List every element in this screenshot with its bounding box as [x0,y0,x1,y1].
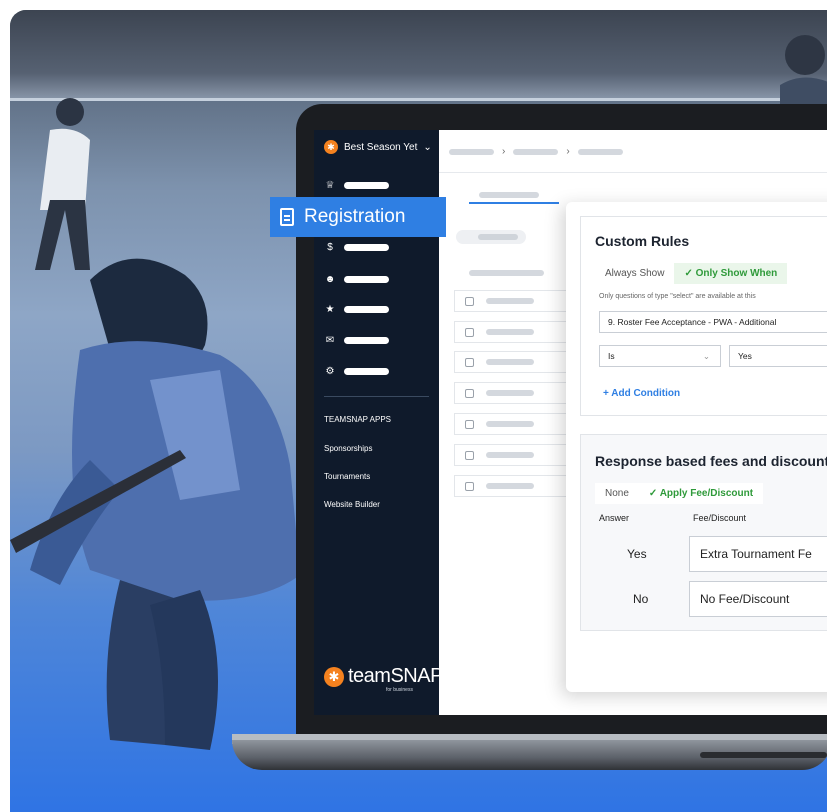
table-header-placeholder [469,270,544,276]
table-row[interactable] [454,382,569,404]
chevron-down-icon: ⌄ [423,141,432,153]
chevron-right-icon: › [566,146,570,157]
add-condition-button[interactable]: + Add Condition [603,388,680,399]
row-text-placeholder [486,329,534,335]
sidebar-item-favorites[interactable]: ★ [324,304,389,315]
gear-icon: ⚙ [325,366,335,377]
table-row[interactable] [454,351,569,373]
row-text-placeholder [486,298,534,304]
tab-placeholder[interactable] [479,192,539,198]
registration-label: Registration [304,206,406,227]
only-show-when-option[interactable]: ✓ Only Show When [674,263,788,284]
custom-rules-card: Custom Rules Always Show ✓ Only Show Whe… [580,216,827,416]
custom-rules-title: Custom Rules [595,233,690,249]
operator-select[interactable]: Is ⌄ [599,345,721,367]
sidebar-item-label-placeholder [344,244,389,251]
registration-highlight[interactable]: Registration [270,197,446,237]
header-divider [439,172,827,173]
table-row[interactable] [454,413,569,435]
breadcrumb: › › [449,146,623,157]
table-row[interactable] [454,475,569,497]
row-checkbox[interactable] [465,419,474,429]
rink-wall [10,10,827,100]
operator-value: Is [608,351,615,361]
sidebar-item-messages[interactable]: ✉ [324,335,389,346]
table-row[interactable] [454,290,569,312]
always-show-option[interactable]: Always Show [595,263,674,284]
answer-yes-label: Yes [627,547,647,561]
row-checkbox[interactable] [465,481,474,491]
sidebar-item-label-placeholder [344,368,389,375]
season-selector[interactable]: ✱ Best Season Yet ⌄ [324,140,432,154]
sidebar-item-settings[interactable]: ⚙ [324,366,389,377]
teamsnap-logo-icon: ✱ [324,666,344,687]
fees-title: Response based fees and discount [595,453,827,469]
filter-pill[interactable] [456,230,526,244]
brand-logo: ✱ teamSNAP for business [324,665,443,693]
sidebar-item-label-placeholder [344,182,389,189]
answer-column-header: Answer [599,513,630,523]
apps-heading: TEAMSNAP APPS [324,415,391,424]
sidebar-item-label-placeholder [344,276,389,283]
document-icon [280,208,294,226]
chevron-right-icon: › [502,146,506,157]
row-text-placeholder [486,359,534,365]
active-tab-indicator [469,202,559,204]
star-icon: ★ [325,304,335,315]
teamsnap-logo-icon: ✱ [324,140,338,154]
trophy-icon: ♕ [325,180,335,191]
breadcrumb-placeholder[interactable] [513,148,559,155]
table-row[interactable] [454,444,569,466]
brand-subtitle: for business [386,687,413,693]
row-checkbox[interactable] [465,296,474,306]
apply-fee-option[interactable]: ✓ Apply Fee/Discount [638,483,764,504]
breadcrumb-placeholder[interactable] [577,148,623,155]
sidebar-app-sponsorships[interactable]: Sponsorships [324,444,372,453]
brand-wordmark: teamSNAP [348,665,443,687]
row-text-placeholder [486,421,534,427]
dollar-icon: $ [327,242,333,253]
fee-select-no[interactable]: No Fee/Discount [689,581,827,617]
sidebar-divider [324,396,429,397]
laptop-hinge [700,752,827,758]
mail-icon: ✉ [325,335,335,346]
sidebar-item-members[interactable]: ☻ [324,274,389,285]
fee-select-yes[interactable]: Extra Tournament Fe [689,536,827,572]
fees-discounts-card: Response based fees and discount None ✓ … [580,434,827,631]
season-label: Best Season Yet [344,141,418,153]
row-text-placeholder [486,483,534,489]
fee-column-header: Fee/Discount [693,513,747,523]
sidebar-app-website-builder[interactable]: Website Builder [324,500,380,509]
chevron-down-icon: ⌄ [702,350,710,361]
sidebar-item-label-placeholder [344,306,389,313]
rink-board-line [10,98,827,101]
background-player-right [780,35,827,110]
fee-mode-toggle: None ✓ Apply Fee/Discount [595,483,764,504]
answer-no-label: No [633,592,649,606]
row-text-placeholder [486,452,534,458]
question-select[interactable]: 9. Roster Fee Acceptance - PWA - Additio… [599,311,827,333]
sidebar-item-trophy[interactable]: ♕ [324,180,389,191]
breadcrumb-placeholder[interactable] [449,148,494,155]
row-checkbox[interactable] [465,357,474,367]
sidebar-item-payments[interactable]: $ [324,242,389,253]
row-checkbox[interactable] [465,450,474,460]
visibility-toggle: Always Show ✓ Only Show When [595,263,788,284]
filter-pill-label-placeholder [478,234,518,240]
sidebar-item-label-placeholder [344,337,389,344]
row-text-placeholder [486,390,534,396]
row-checkbox[interactable] [465,327,474,337]
background-player-left [35,98,90,270]
hero-image: ✱ Best Season Yet ⌄ ♕ $ ☻ ★ ✉ ⚙ TEAMSNAP… [0,0,827,812]
none-option[interactable]: None [595,483,639,504]
row-checkbox[interactable] [465,388,474,398]
users-icon: ☻ [324,274,336,285]
rules-help-text: Only questions of type "select" are avai… [599,293,756,300]
sidebar-app-tournaments[interactable]: Tournaments [324,472,370,481]
question-settings-panel: Custom Rules Always Show ✓ Only Show Whe… [566,202,827,692]
table-row[interactable] [454,321,569,343]
answer-select[interactable]: Yes [729,345,827,367]
